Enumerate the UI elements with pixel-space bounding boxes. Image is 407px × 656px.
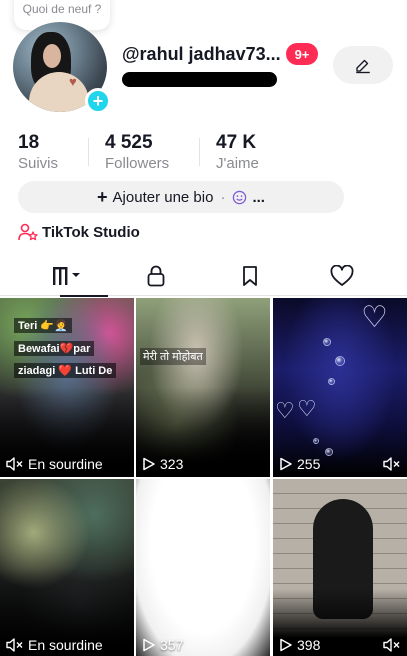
muted-speaker-icon [6,457,23,471]
profile-stats: 18 Suivis 4 525 Followers 47 K J'aime [18,132,398,172]
video-view-count: 323 [160,456,184,472]
muted-speaker-icon [6,638,23,652]
play-icon [280,457,292,471]
video-footer: 323 [142,456,183,472]
video-footer: 357 [142,637,183,653]
plus-icon: + [97,186,108,207]
muted-speaker-icon [383,638,400,652]
tab-liked[interactable] [294,256,390,296]
profile-tabs [0,256,407,297]
play-icon [143,457,155,471]
video-thumbnail[interactable]: ♡ ♡ ♡ 255 [273,298,407,477]
pencil-icon [356,59,370,74]
heart-icon [330,265,354,286]
videos-grid-icon [53,267,80,285]
video-footer: En sourdine [6,637,103,653]
tab-saved[interactable] [202,256,298,296]
stat-following-label: Suivis [18,155,59,172]
creator-studio-icon [18,223,38,241]
video-grid: Teri 👉🧑‍💼 Bewafai💔par ziadagi ❤️ Luti De… [0,298,407,656]
video-overlay-text: Bewafai💔par [14,341,95,356]
stat-followers-label: Followers [105,155,170,172]
play-icon [280,638,292,652]
notification-badge[interactable]: 9+ [286,43,318,65]
tiktok-studio-label: TikTok Studio [42,223,140,241]
emoji-smile-icon [233,190,247,204]
stat-likes-value: 47 K [216,132,257,153]
redacted-bar [122,72,277,87]
stat-followers[interactable]: 4 525 Followers [105,132,169,173]
video-overlay-text: Teri 👉🧑‍💼 [14,318,72,333]
video-footer-text: En sourdine [28,456,103,472]
stat-divider [199,138,200,166]
active-tab-indicator [60,295,108,297]
tab-private[interactable] [108,256,204,296]
video-thumbnail[interactable]: Teri 👉🧑‍💼 Bewafai💔par ziadagi ❤️ Luti De… [0,298,134,477]
separator-dot: · [220,188,226,206]
stat-following[interactable]: 18 Suivis [18,132,58,173]
stat-likes-label: J'aime [216,155,259,172]
edit-profile-button[interactable] [333,46,393,84]
video-footer-text: En sourdine [28,637,103,653]
video-thumbnail[interactable]: En sourdine [0,479,134,656]
profile-username: @rahul jadhav73... [122,44,281,64]
video-overlay-text: मेरी तो मोहोबत [140,348,206,365]
video-footer: En sourdine [6,456,103,472]
add-bio-button[interactable]: + Ajouter une bio · ... [18,181,344,213]
video-thumbnail[interactable]: 398 [273,479,407,656]
video-view-count: 357 [160,637,184,653]
tiktok-studio-link[interactable]: TikTok Studio [18,222,140,242]
video-overlay-text: ziadagi ❤️ Luti De [14,363,117,378]
add-bio-label: Ajouter une bio [112,188,214,206]
tab-videos[interactable] [18,256,114,297]
video-footer: 398 [279,637,320,653]
stat-divider [88,138,89,166]
muted-speaker-icon [383,457,400,471]
play-icon [143,638,155,652]
video-footer: 255 [279,456,320,472]
stat-likes[interactable]: 47 K J'aime [216,132,259,173]
stat-followers-value: 4 525 [105,132,153,153]
video-view-count: 255 [297,456,321,472]
lock-icon [147,265,165,287]
stat-following-value: 18 [18,132,40,153]
status-note-text: Quoi de neuf ? [22,2,102,16]
bookmark-icon [243,266,257,286]
bio-extra-ellipsis: ... [252,188,265,206]
video-view-count: 398 [297,637,321,653]
video-thumbnail[interactable]: मेरी तो मोहोबत 323 [136,298,270,477]
video-thumbnail[interactable]: 357 [136,479,270,656]
add-story-icon[interactable]: + [85,88,111,114]
profile-avatar[interactable]: ♥ + [13,22,111,114]
